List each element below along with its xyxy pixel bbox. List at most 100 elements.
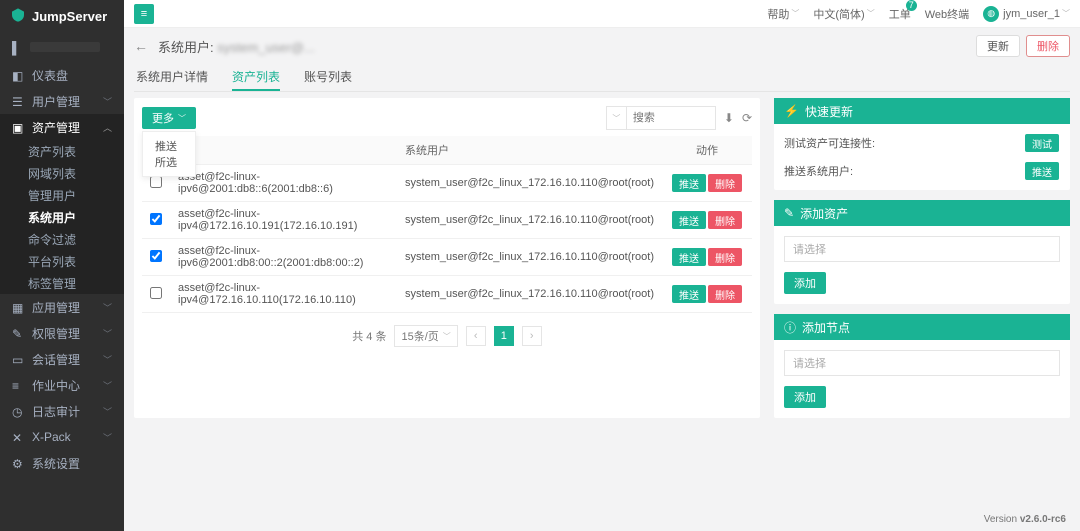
- edit-icon: ✎: [784, 206, 794, 220]
- chevron-down-icon: ﹀: [103, 327, 112, 340]
- download-icon[interactable]: ⬇: [724, 111, 734, 125]
- ticket-link[interactable]: 工单7: [889, 6, 911, 22]
- clock-icon: ◷: [12, 405, 24, 417]
- nav-dashboard[interactable]: ◧仪表盘: [0, 62, 124, 88]
- update-button[interactable]: 更新: [976, 35, 1020, 57]
- more-dropdown-item[interactable]: 推送所选: [142, 131, 196, 177]
- refresh-icon[interactable]: ⟳: [742, 111, 752, 125]
- delete-button[interactable]: 删除: [1026, 35, 1070, 57]
- table-row: asset@f2c-linux-ipv4@172.16.10.110(172.1…: [142, 276, 752, 313]
- tab-account-list[interactable]: 账号列表: [304, 64, 352, 91]
- sub-asset-list[interactable]: 资产列表: [0, 140, 124, 162]
- search-filter-select[interactable]: ﹀: [606, 106, 626, 130]
- test-conn-button[interactable]: 测试: [1025, 134, 1059, 152]
- search-wrap: ﹀: [606, 106, 716, 130]
- topbar: ≡ 帮助﹀ 中文(简体)﹀ 工单7 Web终端 ◍ jym_user_1 ﹀: [124, 0, 1080, 28]
- pager-total: 共 4 条: [352, 328, 386, 344]
- nav-perm-mgmt[interactable]: ✎权限管理 ﹀: [0, 320, 124, 346]
- row-checkbox[interactable]: [150, 213, 162, 225]
- user-menu[interactable]: ◍ jym_user_1 ﹀: [983, 6, 1070, 22]
- row-system-user: system_user@f2c_linux_172.16.10.110@root…: [397, 276, 662, 313]
- push-su-button[interactable]: 推送: [1025, 162, 1059, 180]
- row-checkbox[interactable]: [150, 250, 162, 262]
- row-delete-button[interactable]: 删除: [708, 285, 742, 303]
- logo-icon: [10, 7, 26, 26]
- chevron-down-icon: ﹀: [103, 379, 112, 392]
- tab-asset-list[interactable]: 资产列表: [232, 64, 280, 91]
- add-node-select[interactable]: 请选择: [784, 350, 1060, 376]
- sub-system-user[interactable]: 系统用户: [0, 206, 124, 228]
- add-asset-button[interactable]: 添加: [784, 272, 826, 294]
- chevron-down-icon: ﹀: [1062, 8, 1070, 19]
- nav-ops-center[interactable]: ≡作业中心 ﹀: [0, 372, 124, 398]
- page-title: 系统用户: system_user@...: [158, 37, 315, 56]
- row-checkbox[interactable]: [150, 287, 162, 299]
- chevron-down-icon: ﹀: [791, 8, 799, 19]
- table-toolbar: 更多 ﹀ 推送所选 ﹀ ⬇ ⟳: [142, 106, 752, 130]
- nav-xpack[interactable]: ✕X-Pack ﹀: [0, 424, 124, 450]
- row-push-button[interactable]: 推送: [672, 285, 706, 303]
- row-push-button[interactable]: 推送: [672, 211, 706, 229]
- row-checkbox[interactable]: [150, 176, 162, 188]
- page-size-select[interactable]: 15条/页﹀: [394, 325, 457, 347]
- sub-label-mgmt[interactable]: 标签管理: [0, 272, 124, 294]
- chevron-down-icon: ﹀: [612, 113, 620, 124]
- row-push-button[interactable]: 推送: [672, 248, 706, 266]
- web-terminal-link[interactable]: Web终端: [925, 6, 969, 22]
- tab-detail[interactable]: 系统用户详情: [136, 64, 208, 91]
- org-selector[interactable]: ▌: [0, 32, 124, 62]
- tabs: 系统用户详情 资产列表 账号列表: [134, 64, 1070, 92]
- add-node-card: ⓘ添加节点 请选择 添加: [774, 314, 1070, 418]
- pager-prev[interactable]: ‹: [466, 326, 486, 346]
- page-header: ← 系统用户: system_user@... 更新 删除: [134, 28, 1070, 64]
- menu-icon: ≡: [141, 8, 147, 20]
- footer-version: Version v2.6.0-rc6: [984, 514, 1066, 525]
- pager-next[interactable]: ›: [522, 326, 542, 346]
- row-delete-button[interactable]: 删除: [708, 211, 742, 229]
- row-system-user: system_user@f2c_linux_172.16.10.110@root…: [397, 239, 662, 276]
- pager-page-1[interactable]: 1: [494, 326, 514, 346]
- topbar-right: 帮助﹀ 中文(简体)﹀ 工单7 Web终端 ◍ jym_user_1 ﹀: [767, 6, 1070, 22]
- nav-session-mgmt[interactable]: ▭会话管理 ﹀: [0, 346, 124, 372]
- back-arrow-icon[interactable]: ←: [134, 38, 148, 54]
- add-node-button[interactable]: 添加: [784, 386, 826, 408]
- chevron-down-icon: ﹀: [443, 331, 451, 342]
- edit-icon: ✎: [12, 327, 24, 339]
- help-menu[interactable]: 帮助﹀: [767, 6, 799, 22]
- chevron-down-icon: ﹀: [103, 405, 112, 418]
- bolt-icon: ⚡: [784, 104, 799, 118]
- nav-app-mgmt[interactable]: ▦应用管理 ﹀: [0, 294, 124, 320]
- ops-icon: ≡: [12, 379, 24, 391]
- nav-system-settings[interactable]: ⚙系统设置: [0, 450, 124, 476]
- sidebar-toggle[interactable]: ≡: [134, 4, 154, 24]
- table-row: asset@f2c-linux-ipv6@2001:db8:00::2(2001…: [142, 239, 752, 276]
- chevron-down-icon: ﹀: [867, 8, 875, 19]
- row-delete-button[interactable]: 删除: [708, 248, 742, 266]
- more-button[interactable]: 更多 ﹀: [142, 107, 196, 129]
- sidebar: JumpServer ▌ ◧仪表盘 ☰用户管理 ﹀ ▣资产管理 ︿ 资产列表 网…: [0, 0, 124, 531]
- avatar-icon: ◍: [983, 6, 999, 22]
- nav-audit[interactable]: ◷日志审计 ﹀: [0, 398, 124, 424]
- brand-name: JumpServer: [32, 9, 107, 24]
- sub-domain-list[interactable]: 网域列表: [0, 162, 124, 184]
- row-name: asset@f2c-linux-ipv4@172.16.10.110(172.1…: [170, 276, 397, 313]
- row-delete-button[interactable]: 删除: [708, 174, 742, 192]
- grid-icon: ▦: [12, 301, 24, 313]
- chevron-up-icon: ︿: [103, 121, 112, 134]
- add-asset-card: ✎添加资产 请选择 添加: [774, 200, 1070, 304]
- sub-admin-user[interactable]: 管理用户: [0, 184, 124, 206]
- page: ← 系统用户: system_user@... 更新 删除 系统用户详情 资产列…: [124, 28, 1080, 531]
- brand-logo[interactable]: JumpServer: [0, 0, 124, 32]
- lang-menu[interactable]: 中文(简体)﹀: [813, 6, 874, 22]
- dashboard-icon: ◧: [12, 69, 24, 81]
- bookmark-icon: ▌: [12, 41, 24, 53]
- nav-user-mgmt[interactable]: ☰用户管理 ﹀: [0, 88, 124, 114]
- add-asset-select[interactable]: 请选择: [784, 236, 1060, 262]
- push-su-label: 推送系统用户:: [784, 163, 853, 179]
- row-system-user: system_user@f2c_linux_172.16.10.110@root…: [397, 202, 662, 239]
- nav-asset-mgmt[interactable]: ▣资产管理 ︿: [0, 114, 124, 140]
- row-push-button[interactable]: 推送: [672, 174, 706, 192]
- sub-cmd-filter[interactable]: 命令过滤: [0, 228, 124, 250]
- search-input[interactable]: [626, 106, 716, 130]
- sub-platform-list[interactable]: 平台列表: [0, 250, 124, 272]
